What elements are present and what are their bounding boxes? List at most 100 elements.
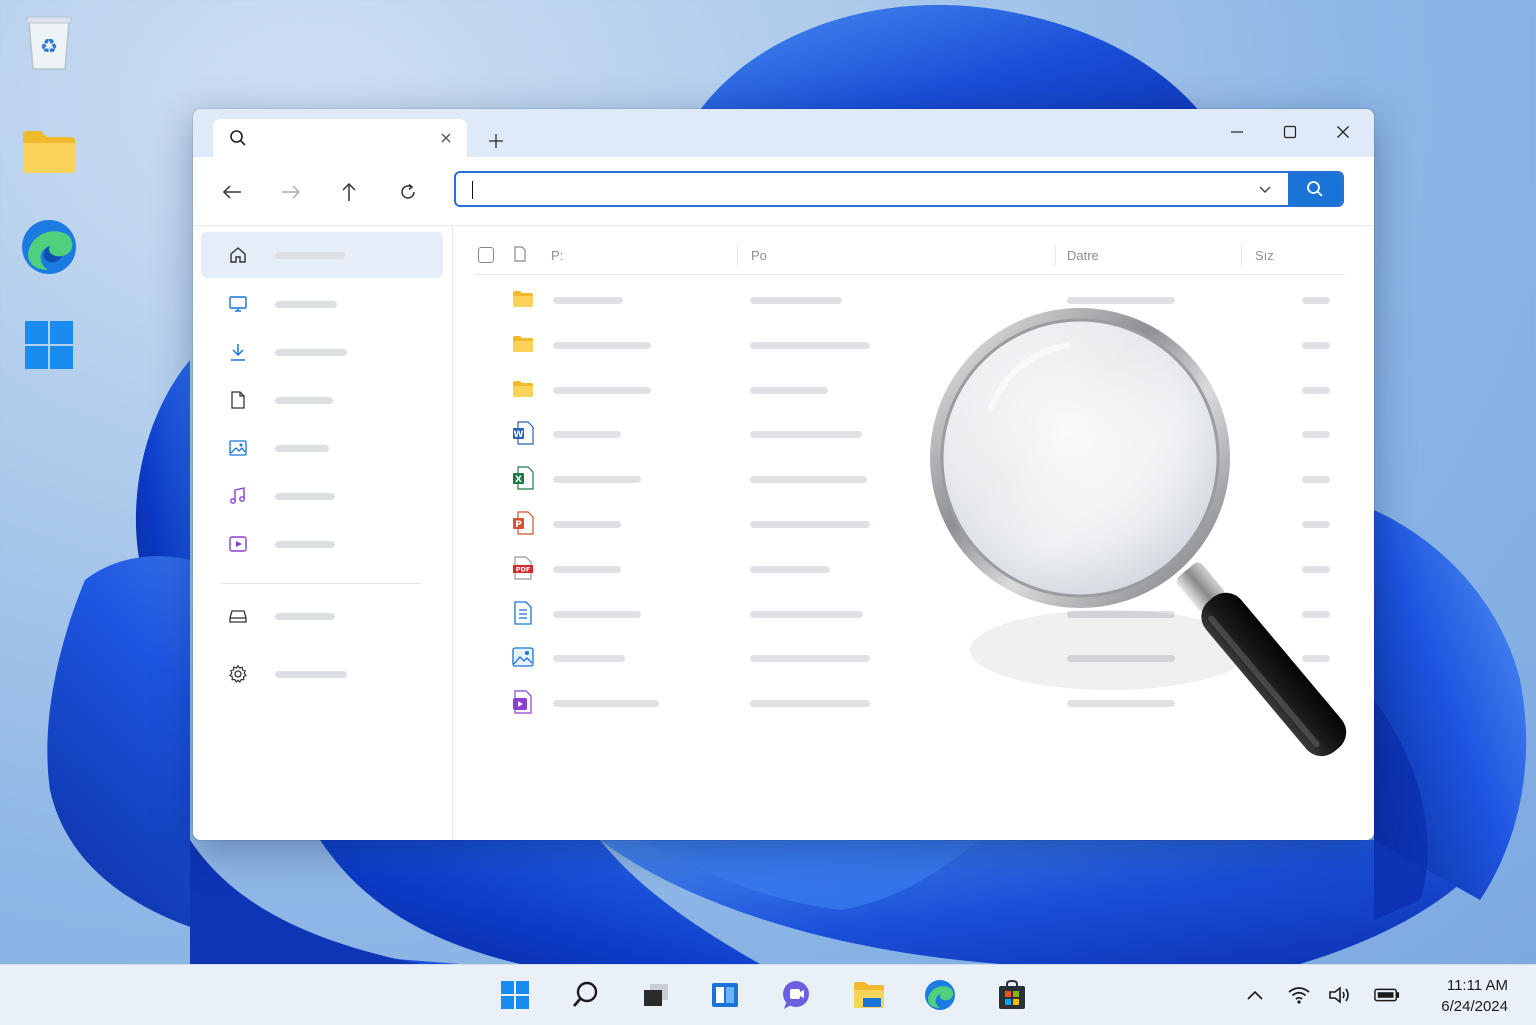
- title-bar: [193, 109, 1374, 157]
- windows-logo-icon[interactable]: [20, 316, 78, 374]
- sidebar-label-placeholder: [275, 671, 347, 678]
- header-date[interactable]: Datre: [1067, 248, 1099, 263]
- sidebar-item-pictures[interactable]: [201, 425, 443, 471]
- picture-icon: [227, 437, 249, 459]
- close-window-button[interactable]: [1321, 117, 1365, 147]
- date-placeholder: [1067, 386, 1175, 394]
- header-type[interactable]: Po: [751, 248, 767, 263]
- sidebar-item-videos[interactable]: [201, 521, 443, 567]
- file-row[interactable]: [475, 680, 1345, 724]
- date-placeholder: [1067, 655, 1175, 663]
- new-tab-button[interactable]: [483, 129, 509, 153]
- column-separator[interactable]: [1055, 244, 1056, 266]
- wifi-icon[interactable]: [1286, 983, 1312, 1007]
- type-placeholder: [750, 700, 870, 708]
- refresh-button[interactable]: [391, 177, 425, 207]
- file-row[interactable]: [475, 591, 1345, 635]
- sidebar-item-music[interactable]: [201, 473, 443, 519]
- sidebar-item-drive[interactable]: [201, 593, 443, 639]
- taskbar: 11:11 AM 6/24/2024: [0, 964, 1536, 1025]
- minimize-button[interactable]: [1215, 117, 1259, 147]
- chevron-up-icon[interactable]: [1242, 983, 1268, 1007]
- file-row[interactable]: [475, 322, 1345, 366]
- size-placeholder: [1302, 386, 1330, 394]
- type-placeholder: [750, 476, 867, 484]
- file-explorer-window: P: Po Datre Sız W X P PDF: [193, 109, 1374, 840]
- name-placeholder: [553, 700, 659, 708]
- size-placeholder: [1302, 655, 1330, 663]
- sidebar-item-downloads[interactable]: [201, 329, 443, 375]
- date-placeholder: [1067, 565, 1175, 573]
- svg-text:P: P: [515, 520, 522, 530]
- tab-search[interactable]: [213, 119, 467, 157]
- sidebar-label-placeholder: [275, 445, 329, 452]
- header-size[interactable]: Sız: [1255, 248, 1274, 263]
- file-row[interactable]: W: [475, 411, 1345, 455]
- date-placeholder: [1067, 700, 1175, 708]
- file-row[interactable]: X: [475, 456, 1345, 500]
- header-name[interactable]: P:: [551, 248, 563, 263]
- sidebar-item-settings[interactable]: [201, 651, 443, 697]
- svg-text:♻: ♻: [40, 34, 58, 58]
- store-icon[interactable]: [994, 977, 1030, 1013]
- taskbar-clock[interactable]: 11:11 AM 6/24/2024: [1398, 975, 1508, 1017]
- home-icon: [227, 244, 249, 266]
- sidebar-divider: [221, 583, 421, 584]
- size-placeholder: [1302, 476, 1330, 484]
- folder-file-icon: [511, 287, 535, 311]
- sidebar-label-placeholder: [275, 493, 335, 500]
- type-placeholder: [750, 610, 863, 618]
- search-input[interactable]: [470, 179, 1234, 201]
- folder-icon[interactable]: [20, 122, 78, 180]
- date-placeholder: [1067, 521, 1175, 528]
- search-button[interactable]: [1288, 173, 1342, 205]
- size-placeholder: [1302, 565, 1330, 573]
- start-button[interactable]: [497, 977, 533, 1013]
- close-tab-icon[interactable]: [435, 127, 457, 149]
- search-box: [454, 171, 1344, 207]
- word-file-icon: W: [511, 421, 535, 445]
- volume-icon[interactable]: [1328, 983, 1354, 1007]
- chevron-down-icon[interactable]: [1252, 177, 1278, 203]
- sidebar-item-documents[interactable]: [201, 377, 443, 423]
- task-view-icon[interactable]: [638, 977, 674, 1013]
- file-row[interactable]: [475, 635, 1345, 679]
- battery-icon[interactable]: [1374, 983, 1400, 1007]
- file-row[interactable]: PDF: [475, 546, 1345, 590]
- file-row[interactable]: [475, 277, 1345, 321]
- widgets-icon[interactable]: [707, 977, 743, 1013]
- sidebar-item-home[interactable]: [201, 232, 443, 278]
- column-separator[interactable]: [1241, 244, 1242, 266]
- sidebar-label-placeholder: [275, 613, 335, 620]
- name-placeholder: [553, 565, 621, 573]
- file-explorer-icon[interactable]: [851, 977, 887, 1013]
- forward-button[interactable]: [274, 177, 308, 207]
- maximize-button[interactable]: [1268, 117, 1312, 147]
- document-icon: [227, 389, 249, 411]
- date-placeholder: [1067, 431, 1175, 439]
- sidebar-label-placeholder: [275, 397, 333, 404]
- sidebar-label-placeholder: [275, 252, 345, 259]
- search-icon[interactable]: [568, 977, 604, 1013]
- file-row[interactable]: P: [475, 501, 1345, 545]
- svg-text:PDF: PDF: [516, 565, 531, 573]
- folder-file-icon: [511, 377, 535, 401]
- edge-icon[interactable]: [922, 977, 958, 1013]
- video-file-icon: [511, 690, 535, 714]
- sidebar-label-placeholder: [275, 349, 347, 356]
- column-separator[interactable]: [737, 244, 738, 266]
- back-button[interactable]: [215, 177, 249, 207]
- file-list-pane: P: Po Datre Sız W X P PDF: [453, 226, 1374, 840]
- sidebar-label-placeholder: [275, 301, 337, 308]
- file-row[interactable]: [475, 367, 1345, 411]
- video-icon: [227, 533, 249, 555]
- recycle-bin-icon[interactable]: ♻: [20, 14, 78, 72]
- select-all-checkbox[interactable]: [478, 247, 494, 263]
- edge-icon[interactable]: [20, 218, 78, 276]
- sidebar-label-placeholder: [275, 541, 335, 548]
- gear-icon: [227, 663, 249, 685]
- up-button[interactable]: [332, 177, 366, 207]
- sidebar-item-desktop[interactable]: [201, 281, 443, 327]
- clock-time: 11:11 AM: [1446, 977, 1508, 994]
- chat-icon[interactable]: [778, 977, 814, 1013]
